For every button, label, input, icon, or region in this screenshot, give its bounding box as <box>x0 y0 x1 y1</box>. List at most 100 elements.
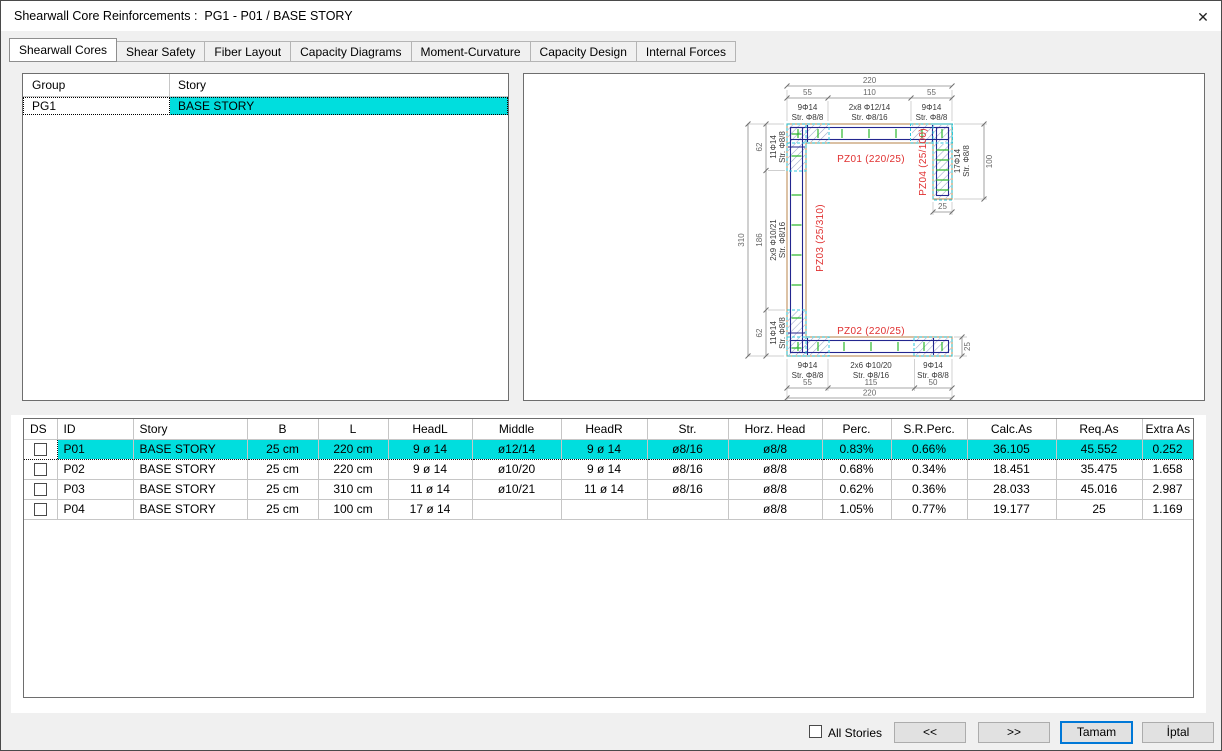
ds-checkbox[interactable] <box>34 463 47 476</box>
table-row-p03[interactable]: P03 BASE STORY 25 cm 310 cm 11 ø 14 ø10/… <box>24 479 1193 499</box>
left-top-bars: 11Φ14 <box>769 135 778 159</box>
next-button[interactable]: >> <box>978 722 1050 743</box>
dim-bottom-right-thickness: 25 <box>963 342 972 351</box>
top-right-stirrup: Str. Φ8/8 <box>916 113 948 122</box>
col-header-id[interactable]: ID <box>57 419 133 439</box>
tab-internal-forces[interactable]: Internal Forces <box>636 41 736 62</box>
col-header-ds[interactable]: DS <box>24 419 57 439</box>
b-cell: 25 cm <box>247 439 318 459</box>
col-header-b[interactable]: B <box>247 419 318 439</box>
shearwall-core-reinforcements-dialog: { "window": { "title": "Shearwall Core R… <box>0 0 1222 751</box>
ds-cell <box>24 439 57 459</box>
b-cell: 25 cm <box>247 479 318 499</box>
col-header-req-as[interactable]: Req.As <box>1056 419 1142 439</box>
horz-head-cell: ø8/8 <box>728 439 822 459</box>
col-header-str[interactable]: Str. <box>647 419 728 439</box>
l-cell: 220 cm <box>318 459 388 479</box>
extra-as-cell: 1.658 <box>1142 459 1193 479</box>
req-as-cell: 25 <box>1056 499 1142 519</box>
table-row-p04[interactable]: P04 BASE STORY 25 cm 100 cm 17 ø 14 ø8/8… <box>24 499 1193 519</box>
headl-cell: 17 ø 14 <box>388 499 472 519</box>
dim-top-seg-3: 55 <box>927 88 936 97</box>
bottom-mid-bars: 2x6 Φ10/20 <box>850 361 892 370</box>
tab-fiber-layout[interactable]: Fiber Layout <box>204 41 291 62</box>
ds-checkbox[interactable] <box>34 483 47 496</box>
req-as-cell: 35.475 <box>1056 459 1142 479</box>
col-header-calc-as[interactable]: Calc.As <box>967 419 1056 439</box>
horz-head-cell: ø8/8 <box>728 459 822 479</box>
right-wall-bars: 17Φ14 <box>953 148 962 173</box>
bottom-left-stirrup: Str. Φ8/8 <box>792 371 824 380</box>
middle-cell: ø12/14 <box>472 439 561 459</box>
col-header-l[interactable]: L <box>318 419 388 439</box>
wall-tags: PZ01 (220/25) PZ02 (220/25) PZ03 (25/310… <box>815 128 929 337</box>
story-cell: BASE STORY <box>133 459 247 479</box>
grid-header-row: DS ID Story B L HeadL Middle HeadR Str. … <box>24 419 1193 439</box>
col-header-perc[interactable]: Perc. <box>822 419 891 439</box>
top-mid-stirrup: Str. Φ8/16 <box>851 113 888 122</box>
cancel-button[interactable]: İptal <box>1142 722 1214 743</box>
id-cell: P03 <box>57 479 133 499</box>
b-cell: 25 cm <box>247 499 318 519</box>
perc-cell: 0.68% <box>822 459 891 479</box>
window-title: Shearwall Core Reinforcements : PG1 - P0… <box>14 9 353 23</box>
all-stories-checkbox[interactable] <box>809 725 822 738</box>
col-header-headr[interactable]: HeadR <box>561 419 647 439</box>
group-list-header: Group Story <box>23 74 508 97</box>
dim-right-width: 25 <box>938 202 947 211</box>
headl-cell: 11 ø 14 <box>388 479 472 499</box>
group-list-row[interactable]: PG1 BASE STORY <box>23 97 508 115</box>
dim-right-length: 100 <box>985 154 994 168</box>
tab-shear-safety[interactable]: Shear Safety <box>116 41 205 62</box>
story-cell: BASE STORY <box>133 439 247 459</box>
previous-button[interactable]: << <box>894 722 966 743</box>
tag-pz03: PZ03 (25/310) <box>815 204 826 272</box>
extra-as-cell: 1.169 <box>1142 499 1193 519</box>
calc-as-cell: 18.451 <box>967 459 1056 479</box>
str-cell: ø8/16 <box>647 479 728 499</box>
tab-shearwall-cores[interactable]: Shearwall Cores <box>9 38 117 62</box>
ds-cell <box>24 479 57 499</box>
col-header-extra-as[interactable]: Extra As <box>1142 419 1193 439</box>
tab-capacity-diagrams[interactable]: Capacity Diagrams <box>290 41 411 62</box>
sr-perc-cell: 0.66% <box>891 439 967 459</box>
middle-cell <box>472 499 561 519</box>
dim-top-seg-1: 55 <box>803 88 812 97</box>
id-cell: P01 <box>57 439 133 459</box>
id-cell: P04 <box>57 499 133 519</box>
close-icon[interactable]: ✕ <box>1192 6 1214 28</box>
ok-button[interactable]: Tamam <box>1060 721 1133 744</box>
col-header-headl[interactable]: HeadL <box>388 419 472 439</box>
sr-perc-cell: 0.34% <box>891 459 967 479</box>
group-cell: PG1 <box>23 97 170 115</box>
tab-moment-curvature[interactable]: Moment-Curvature <box>411 41 531 62</box>
col-header-story[interactable]: Story <box>133 419 247 439</box>
bottom-right-bars: 9Φ14 <box>923 361 943 370</box>
col-header-horz-head[interactable]: Horz. Head <box>728 419 822 439</box>
left-mid-stirrup: Str. Φ8/16 <box>778 221 787 258</box>
dim-top-total: 220 <box>863 76 877 85</box>
col-header-middle[interactable]: Middle <box>472 419 561 439</box>
tab-strip: Shearwall Cores Shear Safety Fiber Layou… <box>9 38 736 62</box>
col-header-sr-perc[interactable]: S.R.Perc. <box>891 419 967 439</box>
horz-head-cell: ø8/8 <box>728 499 822 519</box>
col-header-group[interactable]: Group <box>23 74 170 96</box>
col-header-story[interactable]: Story <box>170 74 508 96</box>
tab-capacity-design[interactable]: Capacity Design <box>530 41 637 62</box>
table-row-p02[interactable]: P02 BASE STORY 25 cm 220 cm 9 ø 14 ø10/2… <box>24 459 1193 479</box>
left-bottom-bars: 11Φ14 <box>769 321 778 345</box>
headr-cell <box>561 499 647 519</box>
ds-checkbox[interactable] <box>34 503 47 516</box>
headl-cell: 9 ø 14 <box>388 439 472 459</box>
extra-as-cell: 0.252 <box>1142 439 1193 459</box>
title-bar: Shearwall Core Reinforcements : PG1 - P0… <box>1 1 1221 31</box>
ds-checkbox[interactable] <box>34 443 47 456</box>
req-as-cell: 45.016 <box>1056 479 1142 499</box>
headl-cell: 9 ø 14 <box>388 459 472 479</box>
shearwall-section-drawing: 220 55 110 55 310 62 186 62 55 115 50 22… <box>523 73 1205 401</box>
table-row-p01[interactable]: P01 BASE STORY 25 cm 220 cm 9 ø 14 ø12/1… <box>24 439 1193 459</box>
dim-left-total: 310 <box>737 233 746 247</box>
reinforcement-grid: DS ID Story B L HeadL Middle HeadR Str. … <box>23 418 1194 698</box>
l-cell: 100 cm <box>318 499 388 519</box>
headr-cell: 9 ø 14 <box>561 439 647 459</box>
